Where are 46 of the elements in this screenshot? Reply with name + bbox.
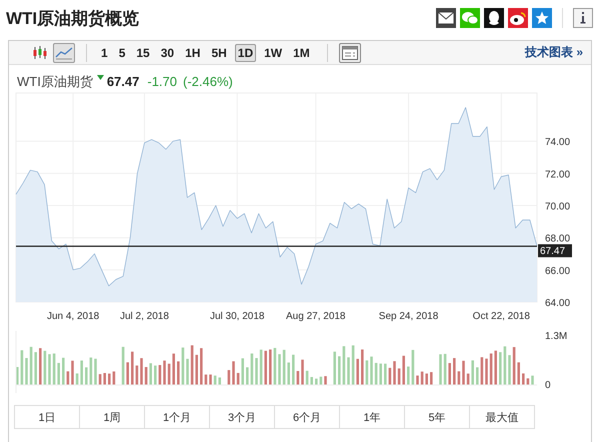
interval-button[interactable]: 5H: [208, 44, 230, 62]
range-button[interactable]: 1日: [14, 405, 80, 429]
range-button[interactable]: 5年: [404, 405, 470, 429]
x-axis-label: Oct 22, 2018: [472, 311, 530, 322]
interval-button[interactable]: 15: [133, 44, 153, 62]
volume-zero-label: 0: [545, 380, 551, 391]
x-axis-label: Sep 24, 2018: [378, 311, 438, 322]
range-button[interactable]: 最大值: [469, 405, 535, 429]
y-axis-label: 66.00: [545, 266, 570, 277]
y-axis-label: 68.00: [545, 234, 570, 245]
y-axis-label: 64.00: [545, 298, 570, 309]
x-axis-label: Jun 4, 2018: [46, 311, 100, 322]
y-axis-label: 70.00: [545, 202, 570, 213]
page-title: WTI原油期货概览: [6, 8, 140, 30]
mail-icon[interactable]: [436, 8, 456, 28]
interval-button[interactable]: 1D: [234, 44, 256, 62]
y-axis-label: 74.00: [545, 137, 570, 148]
volume-max-label: 1.3M: [545, 331, 568, 342]
y-axis-label: 72.00: [545, 169, 570, 180]
percent-change: (-2.46%): [183, 74, 233, 89]
interval-button[interactable]: 1W: [261, 44, 286, 62]
range-button[interactable]: 1年: [339, 405, 405, 429]
instrument-name: WTI原油期货: [17, 73, 93, 91]
interval-button[interactable]: 1H: [182, 44, 204, 62]
interval-button[interactable]: 1M: [290, 44, 313, 62]
price-change: -1.70: [147, 74, 178, 89]
info-button[interactable]: [573, 8, 593, 28]
line-chart-icon[interactable]: [53, 42, 75, 62]
eye-icon[interactable]: [508, 8, 528, 28]
table-icon[interactable]: [338, 42, 361, 62]
info-icon: [580, 12, 586, 24]
x-axis-label: Jul 30, 2018: [210, 311, 264, 322]
x-axis-label: Aug 27, 2018: [286, 311, 346, 322]
x-axis-label: Jul 2, 2018: [120, 311, 169, 322]
interval-button[interactable]: 5: [116, 44, 128, 62]
range-button[interactable]: 1个月: [144, 405, 210, 429]
penguin-icon[interactable]: [484, 8, 504, 28]
interval-button[interactable]: 30: [158, 44, 178, 62]
range-button[interactable]: 6个月: [274, 405, 340, 429]
interval-button[interactable]: 1: [98, 44, 111, 62]
range-button[interactable]: 1周: [79, 405, 145, 429]
technical-chart-link[interactable]: 技术图表 »: [524, 44, 583, 61]
price-value: 67.47: [106, 74, 140, 89]
range-button[interactable]: 3个月: [209, 405, 275, 429]
ref-line-label: 67.47: [540, 246, 566, 258]
last-price-tag: 67.47: [538, 244, 572, 258]
